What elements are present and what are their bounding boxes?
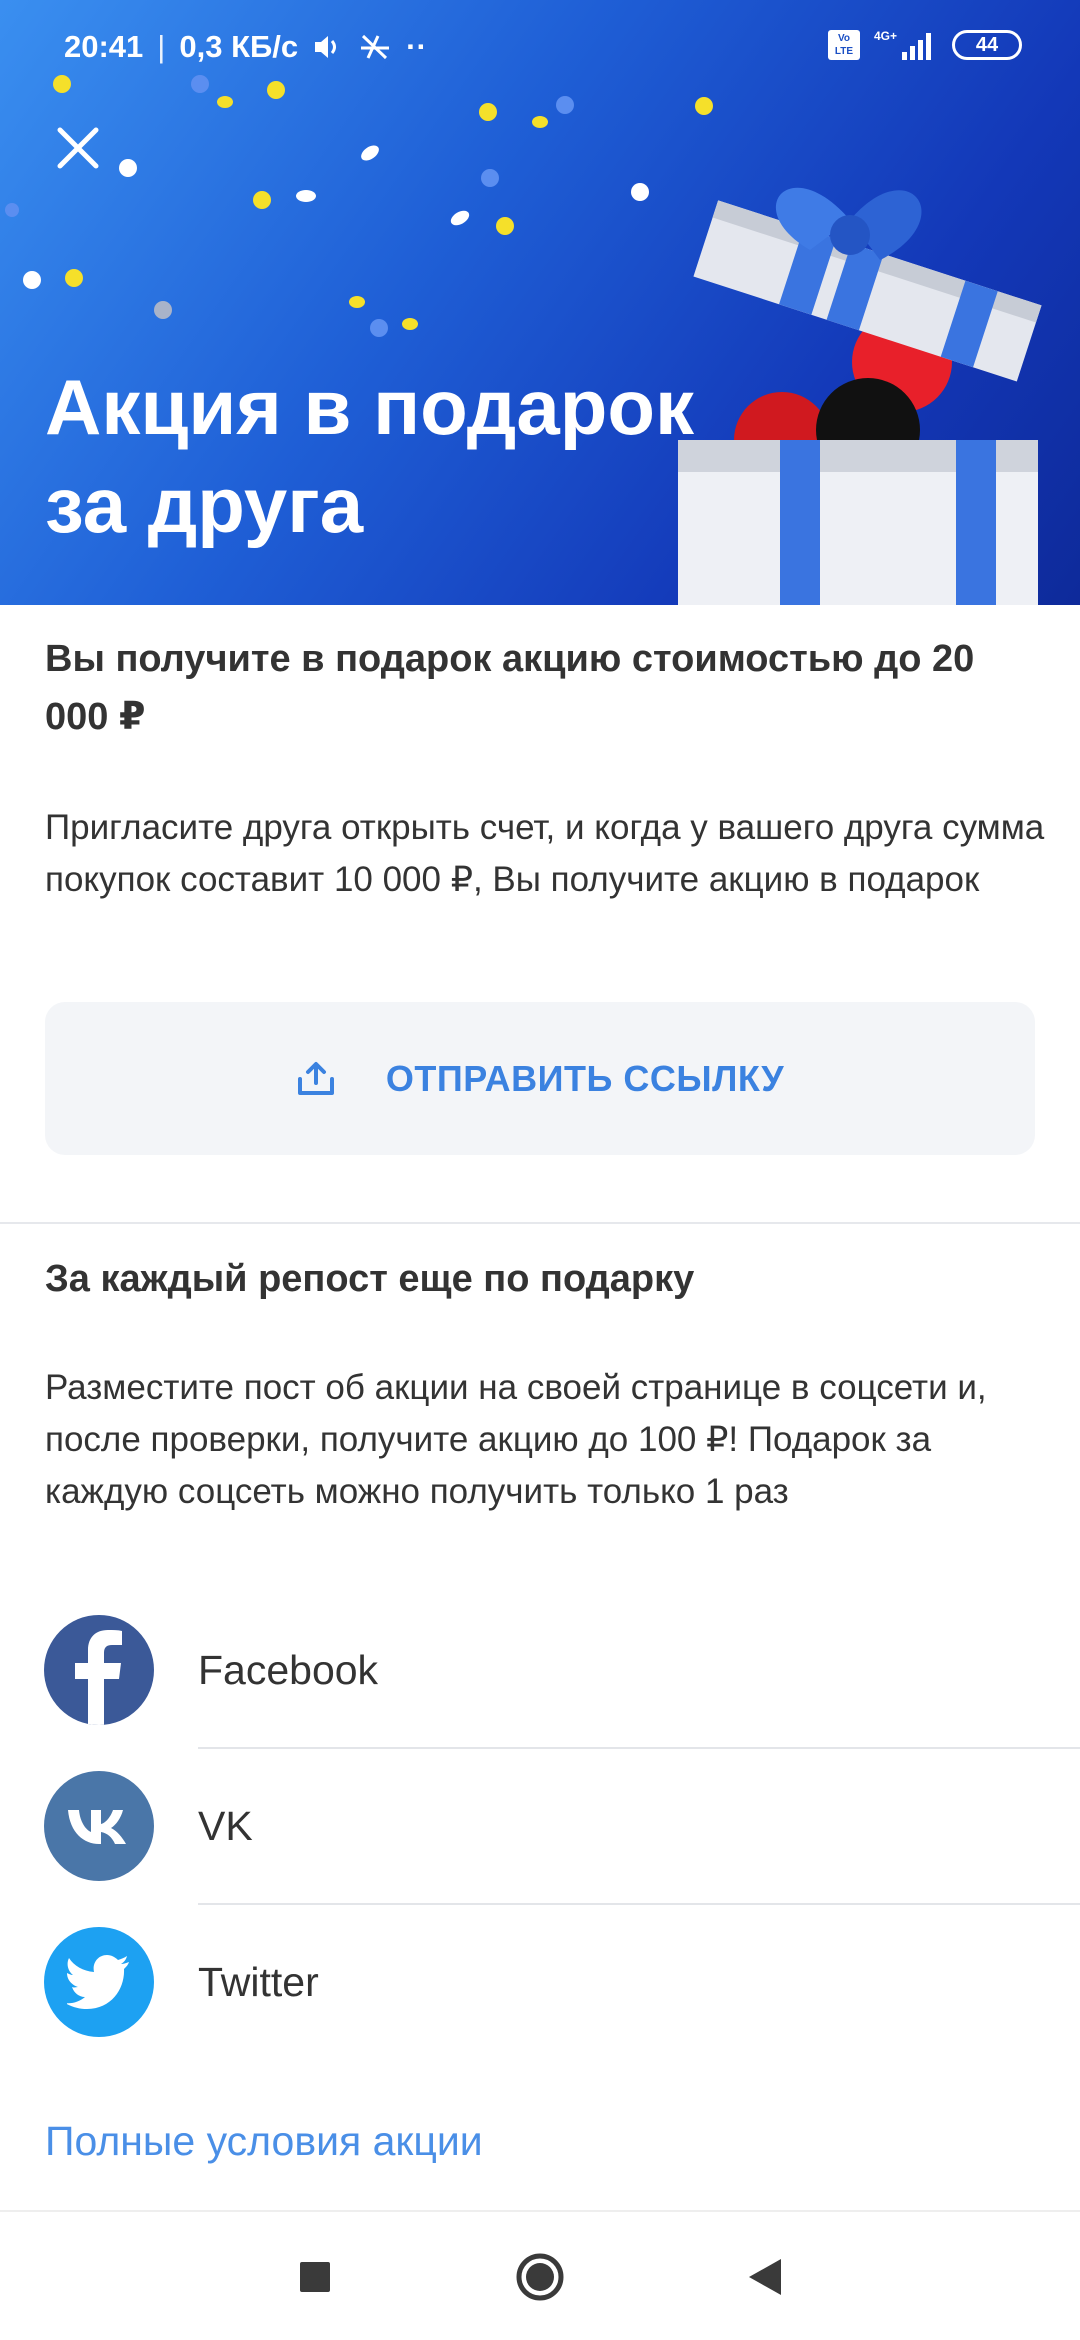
triangle-back-icon: [749, 2259, 781, 2295]
circle-icon: [516, 2253, 564, 2301]
share-icon: [297, 1061, 334, 1095]
volume-icon: [315, 36, 337, 58]
volte-badge: Vo LTE: [828, 30, 860, 60]
invite-description: Пригласите друга открыть счет, и когда у…: [45, 808, 1045, 899]
page-title: Акция в подарок за друга: [45, 363, 695, 549]
system-navigation-bar: [0, 2210, 1080, 2340]
more-notifications-icon: ··: [406, 29, 427, 64]
full-terms-link[interactable]: Полные условия акции: [45, 2115, 483, 2167]
section-divider: [0, 1222, 1080, 1224]
vk-icon: [44, 1771, 154, 1881]
svg-text:4G+: 4G+: [874, 29, 897, 43]
status-bar: 20:41 | 0,3 КБ/с ·· Vo LTE 4G+ 44: [0, 0, 1080, 95]
status-time: 20:41: [64, 29, 144, 64]
repost-heading: За каждый репост еще по подарку: [45, 1258, 695, 1300]
status-network-speed: 0,3 КБ/с: [179, 29, 299, 64]
social-item-vk[interactable]: VK: [0, 1749, 1080, 1905]
social-label: VK: [198, 1803, 253, 1849]
hero-banner: 20:41 | 0,3 КБ/с ·· Vo LTE 4G+ 44 Акция …: [0, 0, 1080, 605]
close-button[interactable]: [40, 110, 116, 186]
signal-icon: 4G+: [874, 29, 931, 60]
repost-description: Разместите пост об акции на своей страни…: [45, 1368, 987, 1511]
home-button[interactable]: [500, 2237, 580, 2317]
send-link-button[interactable]: ОТПРАВИТЬ ССЫЛКУ: [45, 1002, 1035, 1155]
invite-heading: Вы получите в подарок акцию стоимостью д…: [45, 638, 975, 738]
social-label: Twitter: [198, 1959, 319, 2005]
facebook-icon: [44, 1615, 154, 1725]
social-item-twitter[interactable]: Twitter: [0, 1905, 1080, 2061]
close-icon: [57, 127, 99, 169]
back-button[interactable]: [725, 2237, 805, 2317]
send-link-label: ОТПРАВИТЬ ССЫЛКУ: [385, 1057, 785, 1099]
app-notification-icon: [361, 34, 390, 60]
square-icon: [300, 2262, 330, 2292]
twitter-icon: [44, 1927, 154, 2037]
status-separator: |: [157, 29, 166, 64]
social-label: Facebook: [198, 1647, 379, 1693]
social-item-facebook[interactable]: Facebook: [0, 1593, 1080, 1749]
battery-indicator: 44: [952, 30, 1022, 60]
recents-button[interactable]: [275, 2237, 355, 2317]
